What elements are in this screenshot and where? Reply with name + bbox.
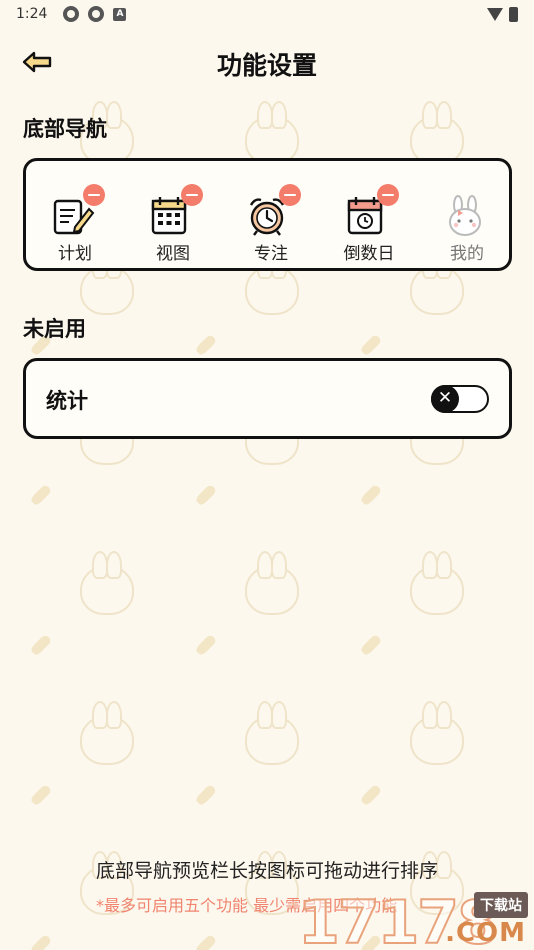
bg-bunny-icon xyxy=(410,701,464,765)
nav-label-plan: 计划 xyxy=(58,244,92,264)
bg-bunny-icon xyxy=(80,551,134,615)
remove-countdown-button[interactable] xyxy=(377,184,399,206)
bunny-profile-icon xyxy=(443,195,487,237)
watermark-domain: .COM xyxy=(445,918,526,948)
remove-focus-button[interactable] xyxy=(279,184,301,206)
bottom-nav-preview: 计划 视图 专注 倒数日 我的 xyxy=(23,158,512,271)
notification-icon xyxy=(88,6,105,22)
bg-carrot-icon xyxy=(29,633,53,657)
bg-carrot-icon xyxy=(194,633,218,657)
nav-item-view[interactable]: 视图 xyxy=(124,161,222,268)
remove-view-button[interactable] xyxy=(181,184,203,206)
watermark-badge: 下载站 xyxy=(474,892,528,918)
page-title: 功能设置 xyxy=(216,51,317,80)
reorder-hint: 底部导航预览栏长按图标可拖动进行排序 xyxy=(95,860,438,882)
bg-carrot-icon xyxy=(194,933,218,950)
bg-bunny-icon xyxy=(245,551,299,615)
nav-item-focus[interactable]: 专注 xyxy=(222,161,320,268)
bg-bunny-icon xyxy=(410,551,464,615)
remove-plan-button[interactable] xyxy=(83,184,105,206)
bg-carrot-icon xyxy=(359,633,383,657)
status-time: 1:24 xyxy=(16,6,48,22)
bg-carrot-icon xyxy=(194,783,218,807)
statistics-row: 统计 ✕ xyxy=(23,358,512,439)
bg-carrot-icon xyxy=(359,783,383,807)
notification-icon xyxy=(63,6,80,22)
nav-item-countdown[interactable]: 倒数日 xyxy=(320,161,418,268)
bg-carrot-icon xyxy=(29,933,53,950)
app-header: 功能设置 xyxy=(0,40,534,86)
disabled-section-title: 未启用 xyxy=(23,317,86,341)
bg-bunny-icon xyxy=(80,701,134,765)
bottom-nav-section-title: 底部导航 xyxy=(23,117,107,141)
nav-item-mine[interactable]: 我的 xyxy=(418,161,516,268)
nav-label-view: 视图 xyxy=(156,244,190,264)
nav-label-focus: 专注 xyxy=(254,244,288,264)
bg-bunny-icon xyxy=(245,701,299,765)
statistics-label: 统计 xyxy=(46,389,88,413)
notification-a-icon: A xyxy=(113,7,127,21)
watermark-logo: 17178 下载站 .COM xyxy=(297,880,528,950)
wifi-icon xyxy=(487,7,503,21)
bg-bunny-icon xyxy=(245,251,299,315)
nav-item-plan[interactable]: 计划 xyxy=(26,161,124,268)
bg-carrot-icon xyxy=(359,333,383,357)
bg-carrot-icon xyxy=(194,483,218,507)
status-bar: 1:24 A xyxy=(0,0,534,28)
statistics-toggle[interactable]: ✕ xyxy=(431,385,489,413)
nav-label-countdown: 倒数日 xyxy=(343,244,395,264)
bg-bunny-icon xyxy=(410,251,464,315)
bg-bunny-icon xyxy=(80,251,134,315)
battery-icon xyxy=(509,6,518,22)
toggle-off-icon: ✕ xyxy=(431,385,459,413)
bg-carrot-icon xyxy=(194,333,218,357)
bg-carrot-icon xyxy=(29,783,53,807)
nav-label-mine: 我的 xyxy=(450,244,484,264)
bg-carrot-icon xyxy=(359,483,383,507)
bg-carrot-icon xyxy=(29,483,53,507)
